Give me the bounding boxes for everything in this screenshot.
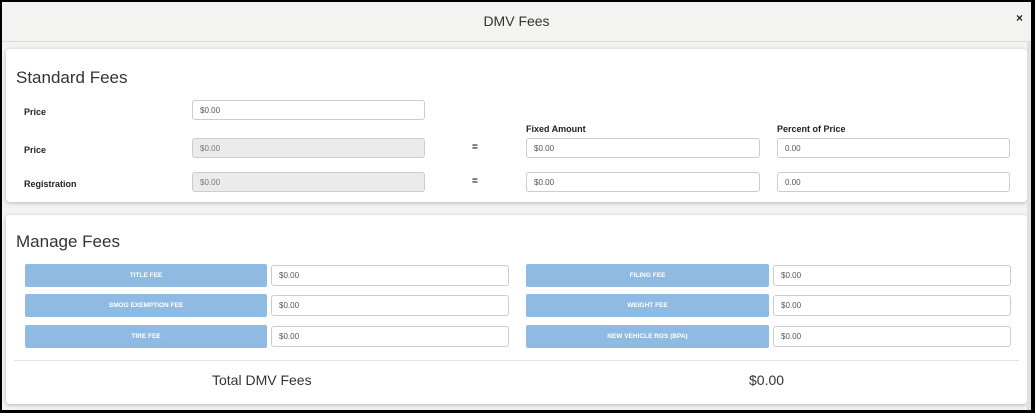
registration-base-input <box>192 172 425 192</box>
manage-fees-card: Manage Fees TITLE FEE SMOG EXEMPTION FEE… <box>6 215 1027 404</box>
weight-fee-button[interactable]: WEIGHT FEE <box>526 294 769 317</box>
equals-sign: = <box>472 142 478 153</box>
price-percent-input[interactable] <box>777 138 1010 158</box>
dmv-fees-modal: DMV Fees × Standard Fees Price Fixed Amo… <box>2 2 1031 410</box>
title-fee-button[interactable]: TITLE FEE <box>25 264 267 287</box>
price-base-input <box>192 138 425 158</box>
price-input[interactable] <box>192 100 425 120</box>
tire-fee-input[interactable] <box>271 326 509 347</box>
standard-fees-card: Standard Fees Price Fixed Amount Percent… <box>6 49 1027 202</box>
percent-of-price-header: Percent of Price <box>777 124 846 134</box>
close-icon[interactable]: × <box>1016 11 1023 25</box>
tire-fee-button[interactable]: TIRE FEE <box>25 325 267 348</box>
total-dmv-fees-value: $0.00 <box>749 372 785 388</box>
total-dmv-fees-label: Total DMV Fees <box>212 372 312 388</box>
modal-header: DMV Fees × <box>2 2 1031 42</box>
filing-fee-button[interactable]: FILING FEE <box>526 264 769 287</box>
new-vehicle-ros-bpa-input[interactable] <box>773 326 1011 347</box>
registration-fixed-amount-input[interactable] <box>526 172 760 192</box>
registration-percent-input[interactable] <box>777 172 1010 192</box>
price-fixed-amount-input[interactable] <box>526 138 760 158</box>
manage-fees-title: Manage Fees <box>16 232 120 251</box>
scrollbar[interactable] <box>1027 42 1031 410</box>
fixed-amount-header: Fixed Amount <box>526 124 586 134</box>
divider <box>14 360 1019 361</box>
weight-fee-input[interactable] <box>773 295 1011 316</box>
smog-exemption-fee-button[interactable]: SMOG EXEMPTION FEE <box>25 294 267 317</box>
row-price-label: Price <box>24 145 47 155</box>
equals-sign: = <box>472 176 478 187</box>
standard-fees-title: Standard Fees <box>16 68 128 87</box>
title-fee-input[interactable] <box>271 265 509 286</box>
row-registration-label: Registration <box>24 179 77 189</box>
price-label: Price <box>24 107 47 117</box>
modal-title: DMV Fees <box>483 13 550 29</box>
filing-fee-input[interactable] <box>773 265 1011 286</box>
smog-exemption-fee-input[interactable] <box>271 295 509 316</box>
new-vehicle-ros-bpa-button[interactable]: NEW VEHICLE ROS (BPA) <box>526 325 769 348</box>
